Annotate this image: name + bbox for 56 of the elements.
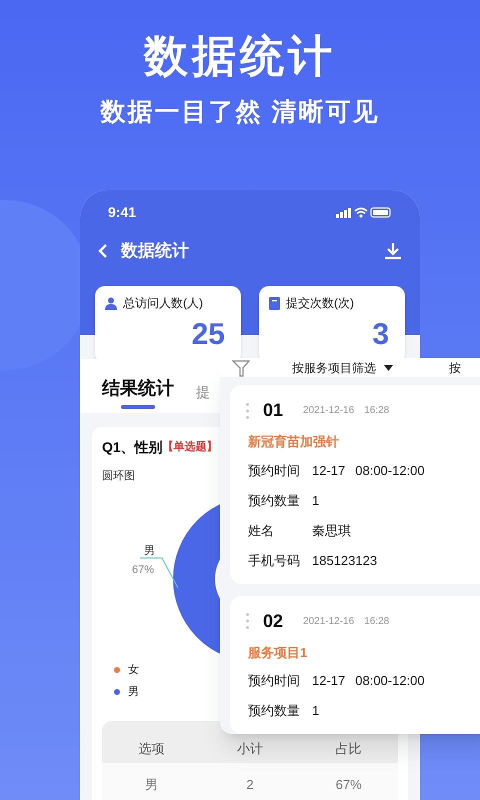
record-date: 2021-12-16: [303, 404, 354, 418]
field-label: 预约时间: [248, 462, 301, 480]
status-icons: [336, 206, 392, 218]
record-time: 16:28: [364, 614, 390, 628]
tab[interactable]: 结果统计: [102, 375, 174, 413]
stat-value: 3: [372, 318, 389, 352]
field-value: 08:00-12:00: [355, 462, 425, 480]
question-type-tag: 【单选题】: [162, 439, 218, 456]
record-date: 2021-12-16: [303, 614, 354, 628]
field-value: 12-17: [312, 672, 346, 690]
filter-dropdown[interactable]: 按服务项目筛选: [292, 358, 393, 376]
field-label: 预约数量: [248, 702, 301, 720]
nav-title: 数据统计: [121, 240, 189, 262]
field-value: 12-17: [312, 462, 346, 480]
back-icon[interactable]: [98, 243, 108, 259]
drag-handle-icon[interactable]: [246, 402, 249, 418]
filter-icon[interactable]: [232, 358, 250, 376]
headline-subtitle: 数据一目了然 清晰可见: [100, 97, 380, 128]
document-icon: [269, 296, 280, 310]
table-cell-text: 男: [144, 776, 159, 794]
field-label: 手机号码: [248, 552, 301, 570]
headline-title: 数据统计: [144, 31, 336, 83]
stat-label: 提交次数(次): [286, 295, 354, 312]
field-value: 1: [312, 702, 320, 720]
field-value: 08:00-12:00: [355, 672, 425, 690]
stat-value: 25: [192, 318, 225, 352]
record-number: 02: [263, 610, 284, 632]
question-title: Q1、性别: [102, 438, 163, 457]
column-header: 占比: [334, 740, 363, 758]
field-label: 姓名: [248, 522, 275, 540]
column-header: 小计: [236, 740, 264, 758]
callout-label: 男: [144, 544, 155, 558]
drag-handle-icon[interactable]: [246, 613, 249, 629]
field-label: 预约数量: [248, 492, 301, 510]
download-icon[interactable]: [384, 242, 402, 260]
field-value: 1: [312, 492, 320, 510]
filter-dropdown[interactable]: 按: [449, 358, 461, 376]
table-cell-text: 2: [245, 776, 255, 794]
chart-type-label: 圆环图: [102, 469, 135, 484]
tab[interactable]: 提: [196, 382, 210, 413]
field-label: 预约时间: [248, 672, 301, 690]
field-value: 185123123: [312, 552, 378, 570]
table-cell-text: 67%: [334, 776, 363, 794]
status-time: 9:41: [108, 202, 136, 222]
record-number: 01: [263, 399, 284, 422]
stat-label: 总访问人数(人): [123, 295, 203, 312]
person-icon: [105, 296, 117, 310]
column-header: 选项: [137, 740, 166, 758]
callout-percent: 67%: [132, 562, 154, 578]
legend-label: 男: [128, 685, 139, 700]
field-value: 秦思琪: [312, 522, 351, 540]
service-name: 服务项目1: [248, 644, 308, 662]
legend-label: 女: [128, 662, 139, 678]
record-time: 16:28: [364, 404, 390, 418]
tab-indicator: [121, 405, 155, 409]
service-name: 新冠育苗加强针: [248, 433, 340, 451]
